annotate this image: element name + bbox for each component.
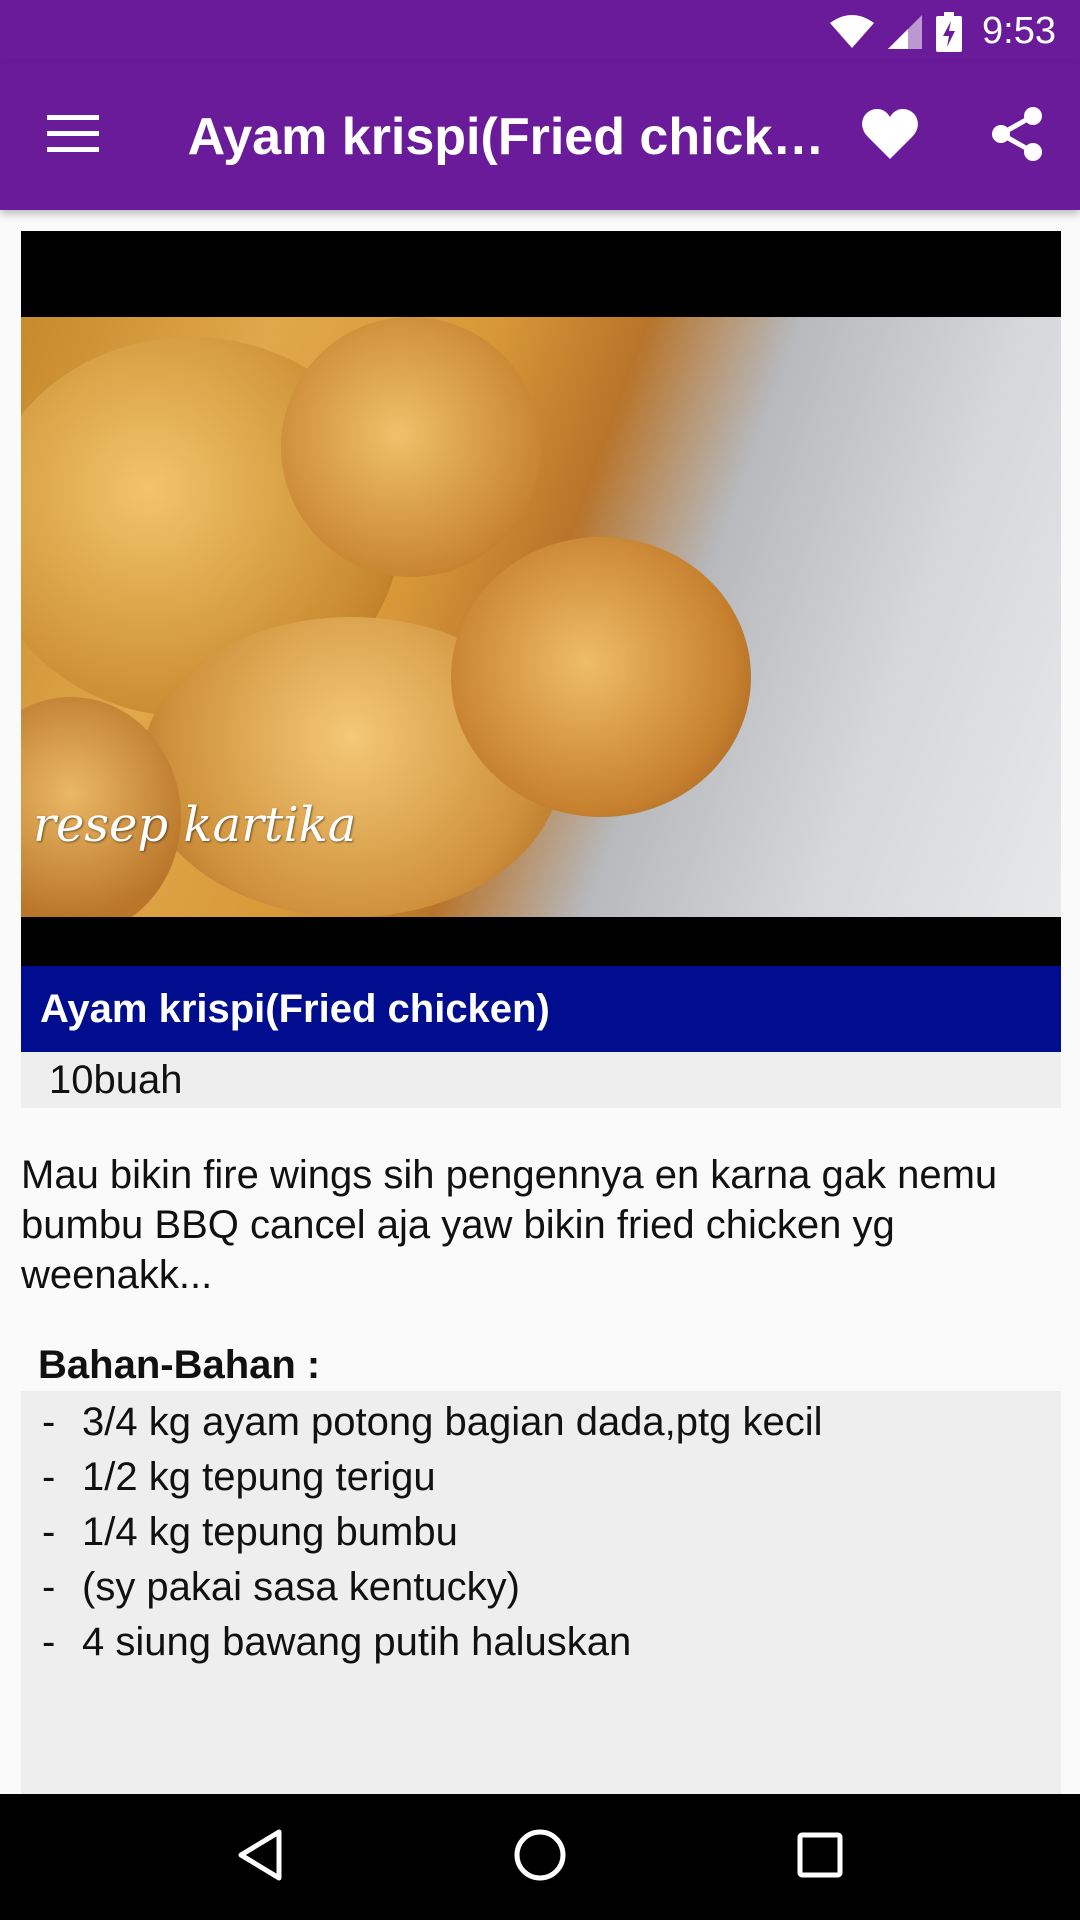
- recipe-photo: resep kartika: [21, 231, 1061, 966]
- ingredient-text: 4 siung bawang putih haluskan: [82, 1620, 632, 1664]
- home-button[interactable]: [490, 1807, 590, 1907]
- status-bar: 9:53: [0, 0, 1080, 63]
- ingredient-text: 1/2 kg tepung terigu: [82, 1455, 436, 1499]
- back-button[interactable]: [210, 1807, 310, 1907]
- ingredients-heading: Bahan-Bahan :: [38, 1343, 321, 1387]
- menu-icon: [46, 115, 99, 158]
- navigation-bar: [0, 1794, 1080, 1920]
- share-icon: [991, 106, 1043, 167]
- ingredient-item: - 4 siung bawang putih haluskan: [21, 1615, 1061, 1670]
- recipe-description: Mau bikin fire wings sih pengennya en ka…: [21, 1153, 998, 1297]
- signal-icon: [888, 14, 923, 49]
- photo-watermark: resep kartika: [33, 797, 357, 853]
- status-time: 9:53: [982, 10, 1056, 52]
- app-actions: [826, 63, 1080, 210]
- ingredient-bullet: -: [42, 1455, 56, 1499]
- favorite-button[interactable]: [826, 63, 953, 210]
- recipe-title: Ayam krispi(Fried chicken): [21, 966, 1061, 1052]
- recipe-card: resep kartika Ayam krispi(Fried chicken)…: [21, 231, 1061, 1108]
- page-title: Ayam krispi(Fried chick…: [187, 107, 825, 166]
- ingredients-list: - 3/4 kg ayam potong bagian dada,ptg kec…: [21, 1391, 1061, 1794]
- ingredient-item: - (sy pakai sasa kentucky): [21, 1560, 1061, 1615]
- recipe-content[interactable]: resep kartika Ayam krispi(Fried chicken)…: [0, 210, 1080, 1794]
- app-bar: Ayam krispi(Fried chick…: [0, 63, 1080, 210]
- fried-chicken-image: resep kartika: [21, 317, 1061, 917]
- ingredient-item: - 3/4 kg ayam potong bagian dada,ptg kec…: [21, 1395, 1061, 1450]
- ingredient-bullet: -: [42, 1400, 56, 1444]
- ingredient-bullet: -: [42, 1565, 56, 1609]
- ingredient-text: 1/4 kg tepung bumbu: [82, 1510, 458, 1554]
- wifi-icon: [830, 14, 875, 49]
- recents-icon: [797, 1832, 843, 1883]
- ingredient-bullet: -: [42, 1510, 56, 1554]
- battery-charging-icon: [936, 11, 963, 52]
- recents-button[interactable]: [770, 1807, 870, 1907]
- ingredient-text: (sy pakai sasa kentucky): [82, 1565, 520, 1609]
- back-icon: [237, 1829, 283, 1886]
- home-icon: [513, 1828, 567, 1887]
- heart-icon: [861, 109, 918, 164]
- share-button[interactable]: [953, 63, 1080, 210]
- menu-button[interactable]: [0, 63, 146, 210]
- ingredient-item: - 1/4 kg tepung bumbu: [21, 1505, 1061, 1560]
- ingredient-bullet: -: [42, 1620, 56, 1664]
- ingredient-item: - 1/2 kg tepung terigu: [21, 1450, 1061, 1505]
- recipe-portion: 10buah: [21, 1052, 1061, 1108]
- ingredient-text: 3/4 kg ayam potong bagian dada,ptg kecil: [82, 1400, 823, 1444]
